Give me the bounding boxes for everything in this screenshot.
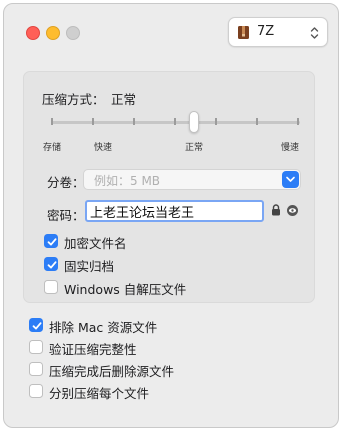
lock-icon[interactable] bbox=[271, 204, 281, 216]
password-input[interactable] bbox=[85, 200, 264, 222]
chevron-down-icon bbox=[286, 176, 295, 182]
password-label: 密码： bbox=[47, 208, 85, 223]
show-password-icon[interactable] bbox=[287, 205, 298, 216]
close-button[interactable] bbox=[26, 26, 40, 40]
checkbox-label: 固实归档 bbox=[64, 259, 115, 274]
slider-tick bbox=[133, 118, 135, 125]
title-bar: 7Z bbox=[4, 4, 338, 58]
checkbox-label: Windows 自解压文件 bbox=[64, 282, 187, 297]
split-volume-select[interactable]: 例如：5 MB bbox=[83, 169, 301, 190]
slider-tick bbox=[297, 118, 299, 125]
compression-method-label: 压缩方式： bbox=[42, 92, 105, 107]
format-popup-button[interactable]: 7Z bbox=[228, 17, 328, 47]
format-label: 7Z bbox=[257, 24, 275, 39]
chevron-updown-icon bbox=[310, 27, 319, 39]
split-label: 分卷： bbox=[47, 175, 85, 190]
compression-method-value: 正常 bbox=[111, 92, 137, 107]
checkbox-label: 压缩完成后删除源文件 bbox=[49, 364, 175, 379]
minimize-button[interactable] bbox=[46, 26, 60, 40]
tick-label-fast: 快速 bbox=[94, 143, 113, 153]
compression-slider-knob[interactable] bbox=[189, 111, 199, 133]
tick-label-slow: 慢速 bbox=[281, 143, 300, 153]
slider-tick bbox=[51, 118, 53, 125]
split-dropdown-button[interactable] bbox=[282, 171, 299, 188]
checkmark-icon bbox=[32, 322, 42, 330]
checkbox-label: 排除 Mac 资源文件 bbox=[49, 320, 158, 335]
tick-label-normal: 正常 bbox=[185, 143, 204, 153]
checkbox-unchecked[interactable] bbox=[29, 362, 43, 376]
checkbox-checked[interactable] bbox=[44, 257, 58, 271]
checkbox-label: 验证压缩完整性 bbox=[49, 342, 137, 357]
checkbox-label: 分别压缩每个文件 bbox=[49, 386, 150, 401]
tick-label-store: 存储 bbox=[43, 143, 62, 153]
checkbox-label: 加密文件名 bbox=[64, 236, 127, 251]
checkbox-unchecked[interactable] bbox=[29, 340, 43, 354]
archive-icon bbox=[238, 26, 249, 39]
checkbox-checked[interactable] bbox=[44, 234, 58, 248]
slider-tick bbox=[174, 118, 176, 125]
slider-tick bbox=[215, 118, 217, 125]
compression-slider-track[interactable] bbox=[51, 121, 300, 124]
checkbox-checked[interactable] bbox=[29, 318, 43, 332]
slider-tick bbox=[92, 118, 94, 125]
zoom-button[interactable] bbox=[66, 26, 80, 40]
checkmark-icon bbox=[47, 238, 57, 246]
split-placeholder: 例如：5 MB bbox=[94, 174, 161, 188]
checkbox-unchecked[interactable] bbox=[44, 280, 58, 294]
checkbox-unchecked[interactable] bbox=[29, 384, 43, 398]
checkmark-icon bbox=[47, 261, 57, 269]
slider-tick bbox=[256, 118, 258, 125]
